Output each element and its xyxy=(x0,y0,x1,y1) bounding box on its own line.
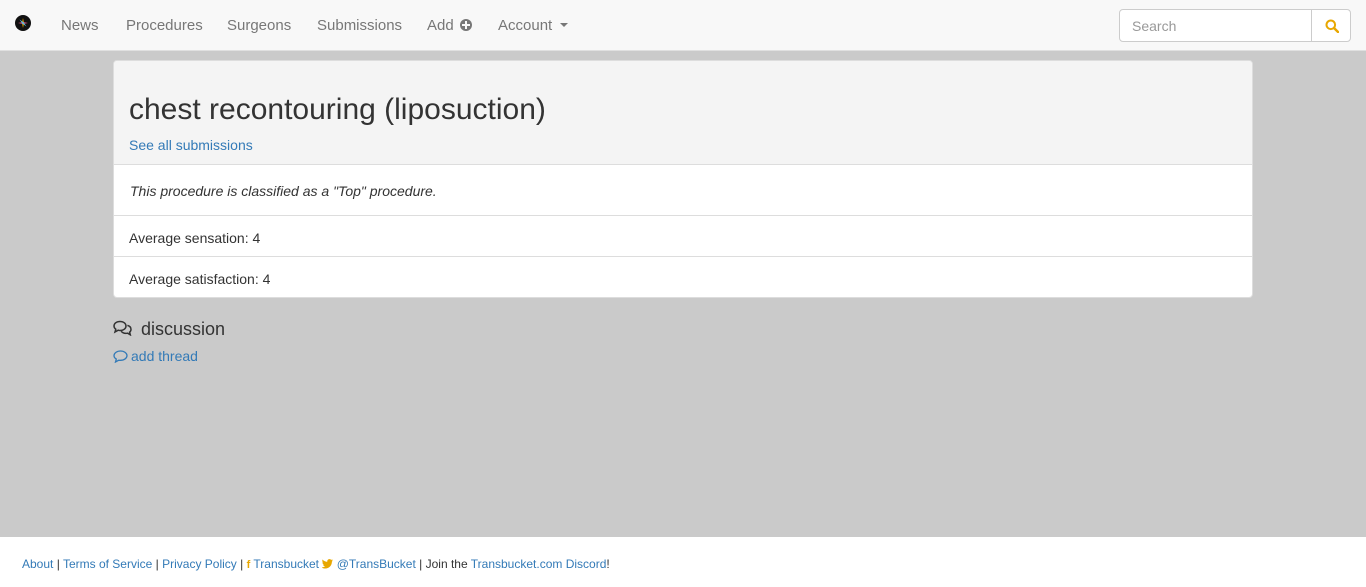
add-thread-link[interactable]: add thread xyxy=(113,348,198,365)
comment-icon xyxy=(113,350,128,364)
separator: | xyxy=(155,557,159,571)
join-text: Join the xyxy=(425,557,468,571)
nav-procedures[interactable]: Procedures xyxy=(126,17,203,35)
footer-facebook-link[interactable]: f Transbucket xyxy=(247,557,319,571)
nav-add-label: Add xyxy=(427,17,454,34)
footer-discord-link[interactable]: Transbucket.com Discord xyxy=(471,557,607,571)
facebook-icon: f xyxy=(246,559,251,571)
nav-add-menu[interactable]: Add xyxy=(427,17,472,35)
separator: | xyxy=(419,557,423,571)
add-thread-label: add thread xyxy=(131,348,198,364)
twitter-label: @TransBucket xyxy=(336,557,416,571)
divider xyxy=(114,215,1252,216)
divider xyxy=(114,256,1252,257)
comments-icon xyxy=(113,320,132,337)
search-button[interactable] xyxy=(1311,9,1351,42)
footer-privacy-link[interactable]: Privacy Policy xyxy=(162,557,237,571)
nav-surgeons[interactable]: Surgeons xyxy=(227,17,291,35)
search-input[interactable] xyxy=(1119,9,1312,42)
average-sensation: Average sensation: 4 xyxy=(129,230,261,246)
transbucket-logo-icon[interactable] xyxy=(15,15,31,31)
footer-twitter-link[interactable]: @TransBucket xyxy=(322,557,416,571)
search-icon xyxy=(1325,19,1339,33)
procedure-panel: chest recontouring (liposuction) See all… xyxy=(113,60,1253,298)
nav-account-label: Account xyxy=(498,17,553,34)
panel-header: chest recontouring (liposuction) See all… xyxy=(114,61,1252,165)
facebook-label: Transbucket xyxy=(253,557,320,571)
footer-links: About | Terms of Service | Privacy Polic… xyxy=(22,557,610,572)
site-footer: About | Terms of Service | Privacy Polic… xyxy=(0,537,1366,587)
see-all-submissions-link[interactable]: See all submissions xyxy=(129,137,253,154)
nav-submissions[interactable]: Submissions xyxy=(317,17,402,35)
top-navbar: News Procedures Surgeons Submissions Add… xyxy=(0,0,1366,51)
separator: | xyxy=(240,557,244,571)
caret-down-icon xyxy=(560,23,569,27)
separator: | xyxy=(56,557,60,571)
procedure-classification: This procedure is classified as a "Top" … xyxy=(130,183,437,199)
footer-terms-link[interactable]: Terms of Service xyxy=(63,557,152,571)
page-title: chest recontouring (liposuction) xyxy=(129,93,546,126)
discussion-title: discussion xyxy=(141,319,226,339)
average-satisfaction: Average satisfaction: 4 xyxy=(129,271,271,287)
twitter-icon xyxy=(322,559,334,569)
footer-about-link[interactable]: About xyxy=(22,557,53,571)
discussion-heading: discussion xyxy=(113,319,225,339)
exclamation: ! xyxy=(606,557,610,571)
plus-circle-icon xyxy=(459,19,472,31)
nav-account-dropdown[interactable]: Account xyxy=(498,17,569,35)
nav-news[interactable]: News xyxy=(61,17,99,35)
